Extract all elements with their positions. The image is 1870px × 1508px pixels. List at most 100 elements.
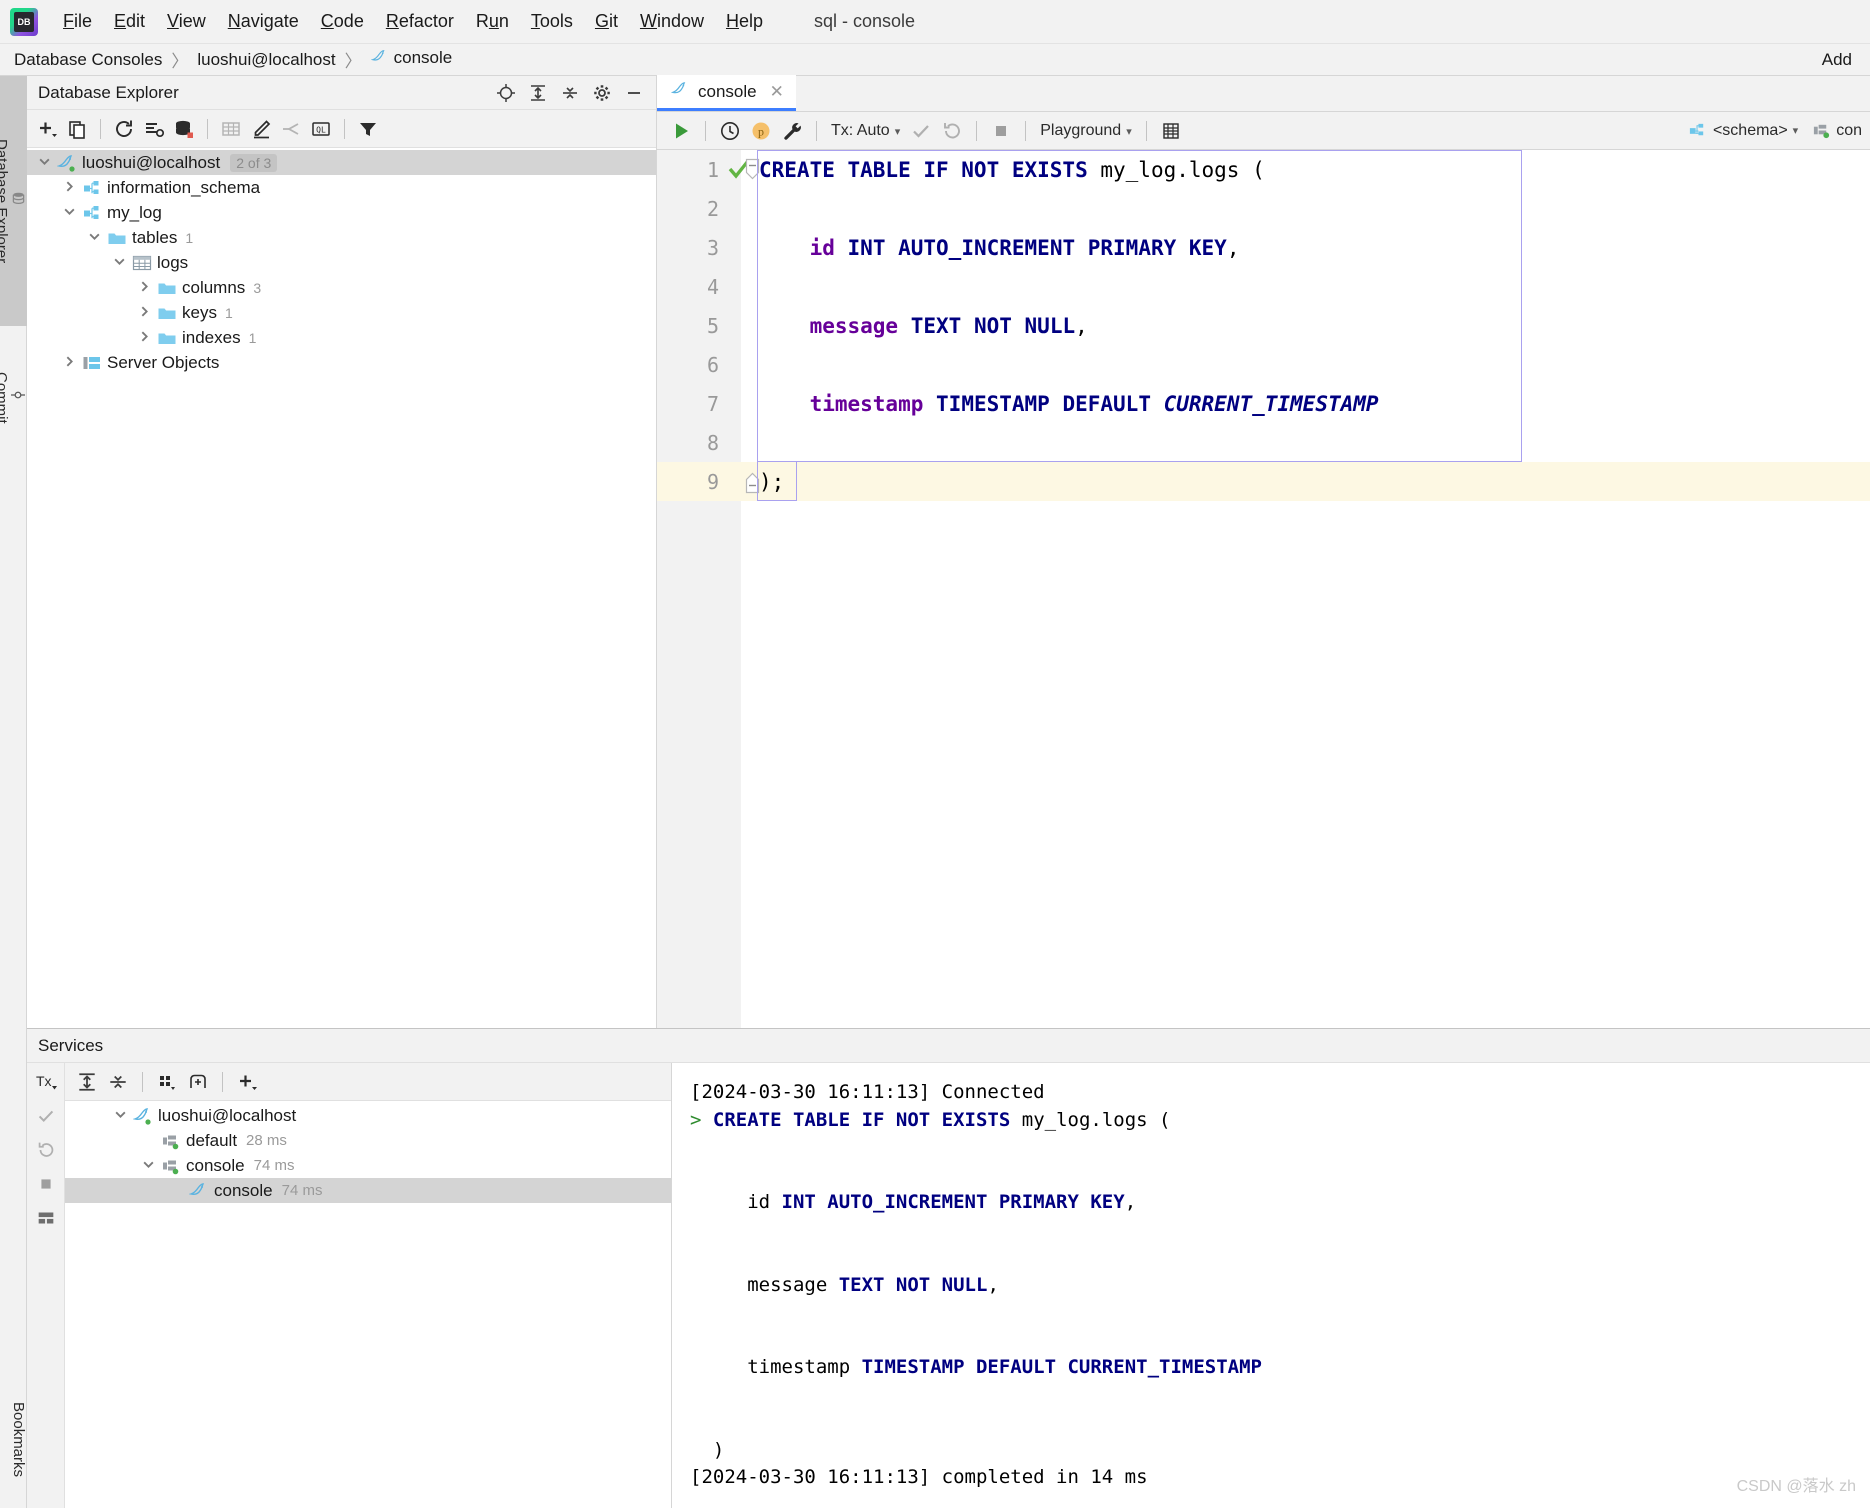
breadcrumb-item-2[interactable]: console	[371, 48, 453, 71]
breadcrumb-item-0[interactable]: Database Consoles	[14, 50, 162, 70]
tree-node-logs[interactable]: logs	[27, 250, 656, 275]
table-editor-icon[interactable]	[217, 116, 245, 142]
collapse-all-icon[interactable]	[556, 80, 584, 106]
add-icon[interactable]	[33, 116, 61, 142]
run-icon[interactable]	[667, 118, 695, 144]
sidebar-item-commit[interactable]: Commit	[0, 328, 27, 468]
hide-panel-icon[interactable]	[620, 80, 648, 106]
database-tree[interactable]: luoshui@localhost2 of 3information_schem…	[27, 148, 656, 375]
code-line-3[interactable]: 3 id INT AUTO_INCREMENT PRIMARY KEY,	[657, 228, 1870, 267]
code-line-7[interactable]: 7 timestamp TIMESTAMP DEFAULT CURRENT_TI…	[657, 384, 1870, 423]
sidebar-item-bookmarks[interactable]: Bookmarks	[0, 1380, 27, 1500]
services-tree[interactable]: luoshui@localhostdefault28 msconsole74 m…	[65, 1101, 671, 1203]
tree-twisty[interactable]	[35, 155, 53, 171]
stop-icon[interactable]	[32, 1171, 60, 1197]
menu-item-git[interactable]: Git	[584, 7, 629, 36]
fold-end-icon[interactable]	[745, 470, 760, 499]
menu-item-run[interactable]: Run	[465, 7, 520, 36]
tree-twisty[interactable]	[85, 230, 103, 246]
tree-twisty[interactable]	[111, 1108, 129, 1124]
tree-twisty[interactable]	[139, 1158, 157, 1174]
fold-start-icon[interactable]	[745, 158, 760, 187]
code-token	[923, 392, 936, 416]
stop-icon[interactable]	[987, 118, 1015, 144]
service-node-console-2[interactable]: console74 ms	[65, 1153, 671, 1178]
tree-twisty[interactable]	[60, 205, 78, 221]
jump-to-console-icon[interactable]	[277, 116, 305, 142]
chevron-down-icon: ▾	[1126, 126, 1132, 138]
close-icon[interactable]: ✕	[770, 82, 784, 102]
add-button[interactable]: Add	[1814, 48, 1860, 72]
tree-node-tables[interactable]: tables1	[27, 225, 656, 250]
expand-all-icon[interactable]	[524, 80, 552, 106]
grid-icon[interactable]	[1157, 118, 1185, 144]
code-line-9[interactable]: 9);	[657, 462, 1870, 501]
add-icon[interactable]	[233, 1069, 261, 1095]
breadcrumb-item-1[interactable]: luoshui@localhost	[197, 50, 335, 70]
code-line-2[interactable]: 2	[657, 189, 1870, 228]
menu-item-edit[interactable]: Edit	[103, 7, 156, 36]
rollback-icon[interactable]	[938, 118, 966, 144]
menu-item-window[interactable]: Window	[629, 7, 715, 36]
menu-item-file[interactable]: File	[52, 7, 103, 36]
service-node-default-1[interactable]: default28 ms	[65, 1128, 671, 1153]
tree-node-server-objects[interactable]: Server Objects	[27, 350, 656, 375]
tree-twisty[interactable]	[135, 280, 153, 296]
tree-node-information-schema[interactable]: information_schema	[27, 175, 656, 200]
group-icon[interactable]	[153, 1069, 181, 1095]
tree-twisty[interactable]	[110, 255, 128, 271]
menu-item-refactor[interactable]: Refactor	[375, 7, 465, 36]
tx-icon[interactable]: Tx	[32, 1069, 60, 1095]
query-console-icon[interactable]: QL	[307, 116, 335, 142]
expand-all-icon[interactable]	[73, 1069, 101, 1095]
tree-node-keys[interactable]: keys1	[27, 300, 656, 325]
history-icon[interactable]	[716, 118, 744, 144]
code-line-6[interactable]: 6	[657, 345, 1870, 384]
code-line-5[interactable]: 5 message TEXT NOT NULL,	[657, 306, 1870, 345]
editor-code-lines[interactable]: 1CREATE TABLE IF NOT EXISTS my_log.logs …	[657, 150, 1870, 1028]
service-node-luoshui-localhost-0[interactable]: luoshui@localhost	[65, 1103, 671, 1128]
line-number: 1	[657, 158, 719, 182]
console-connection-selector[interactable]: con	[1808, 119, 1866, 142]
tree-node-columns[interactable]: columns3	[27, 275, 656, 300]
code-line-4[interactable]: 4	[657, 267, 1870, 306]
gear-icon[interactable]	[588, 80, 616, 106]
tree-twisty[interactable]	[60, 180, 78, 196]
commit-check-icon[interactable]	[907, 118, 935, 144]
locate-icon[interactable]	[492, 80, 520, 106]
tree-node-indexes[interactable]: indexes1	[27, 325, 656, 350]
open-tab-icon[interactable]	[184, 1069, 212, 1095]
service-node-console-3[interactable]: console74 ms	[65, 1178, 671, 1203]
sidebar-item-database-explorer[interactable]: Database Explorer	[0, 76, 27, 326]
menu-item-code[interactable]: Code	[310, 7, 375, 36]
commit-check-icon[interactable]	[32, 1103, 60, 1129]
modify-icon[interactable]	[247, 116, 275, 142]
parameters-icon[interactable]: p	[747, 118, 775, 144]
tx-mode-selector[interactable]: Tx: Auto▾	[827, 120, 904, 142]
tree-node-luoshui-localhost[interactable]: luoshui@localhost2 of 3	[27, 150, 656, 175]
menu-item-navigate[interactable]: Navigate	[217, 7, 310, 36]
rollback-icon[interactable]	[32, 1137, 60, 1163]
copy-icon[interactable]	[63, 116, 91, 142]
menu-item-tools[interactable]: Tools	[520, 7, 584, 36]
data-source-properties-icon[interactable]	[170, 116, 198, 142]
tree-node-my-log[interactable]: my_log	[27, 200, 656, 225]
layout-icon[interactable]	[32, 1205, 60, 1231]
wrench-icon[interactable]	[778, 118, 806, 144]
code-line-1[interactable]: 1CREATE TABLE IF NOT EXISTS my_log.logs …	[657, 150, 1870, 189]
tree-twisty[interactable]	[135, 330, 153, 346]
sql-editor[interactable]: 1CREATE TABLE IF NOT EXISTS my_log.logs …	[657, 150, 1870, 1028]
schema-selector[interactable]: <schema>▾	[1684, 119, 1802, 142]
menu-item-view[interactable]: View	[156, 7, 217, 36]
menu-item-help[interactable]: Help	[715, 7, 774, 36]
tab-console[interactable]: console ✕	[657, 75, 796, 111]
playground-selector[interactable]: Playground▾	[1036, 120, 1135, 142]
refresh-icon[interactable]	[110, 116, 138, 142]
code-line-8[interactable]: 8	[657, 423, 1870, 462]
tree-twisty[interactable]	[60, 355, 78, 371]
sync-schema-icon[interactable]	[140, 116, 168, 142]
collapse-all-icon[interactable]	[104, 1069, 132, 1095]
tree-twisty[interactable]	[135, 305, 153, 321]
output-line-4	[690, 1217, 1870, 1272]
filter-icon[interactable]	[354, 116, 382, 142]
